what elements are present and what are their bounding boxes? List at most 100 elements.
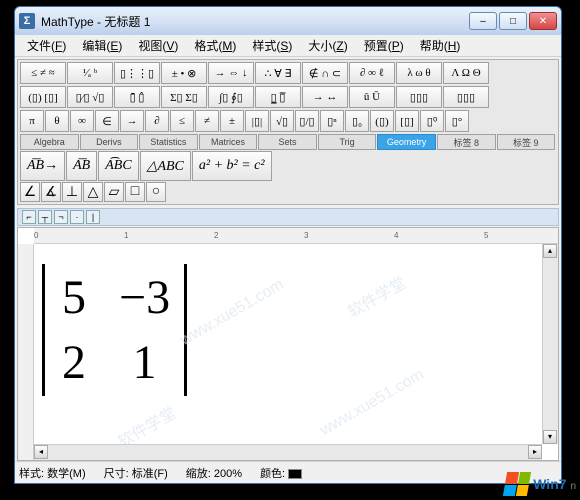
shape-button[interactable]: □ bbox=[125, 182, 145, 202]
editor-area: 012345 5 −3 2 1 www.xue51.com 软件学堂 软件学堂 … bbox=[17, 227, 559, 461]
shape-button[interactable]: ∠ bbox=[20, 182, 40, 202]
palette-button[interactable]: ▯/▯ bbox=[295, 110, 319, 132]
palette-button[interactable]: |▯| bbox=[245, 110, 269, 132]
palette-button[interactable]: → bbox=[120, 110, 144, 132]
template-button[interactable]: A͞B→ bbox=[20, 151, 65, 181]
palette-button[interactable]: ▯₀ bbox=[345, 110, 369, 132]
tab-derivs[interactable]: Derivs bbox=[80, 134, 139, 150]
watermark: www.xue51.com bbox=[177, 276, 287, 350]
menu-v[interactable]: 视图(V) bbox=[130, 35, 186, 56]
tab-center-icon[interactable]: ┬ bbox=[38, 210, 52, 224]
palette-button[interactable]: ≤ ≠ ≈ bbox=[20, 62, 66, 84]
palette-button[interactable]: √▯ bbox=[270, 110, 294, 132]
palette-button[interactable]: (▯) [▯] bbox=[20, 86, 66, 108]
menu-h[interactable]: 帮助(H) bbox=[412, 35, 469, 56]
palette-button[interactable]: → ⇔ ↓ bbox=[208, 62, 254, 84]
ruler-horizontal: 012345 bbox=[34, 228, 558, 244]
scroll-left-icon[interactable]: ◂ bbox=[34, 445, 48, 459]
palette-button[interactable]: ▯° bbox=[445, 110, 469, 132]
palette-button[interactable]: ∫▯ ∮▯ bbox=[208, 86, 254, 108]
palette-button[interactable]: ▯ⁿ bbox=[320, 110, 344, 132]
palette-button[interactable]: ▯⁰ bbox=[420, 110, 444, 132]
equation-canvas[interactable]: 5 −3 2 1 www.xue51.com 软件学堂 软件学堂 www.xue… bbox=[34, 244, 542, 444]
ruler-vertical bbox=[18, 244, 34, 460]
tab-trig[interactable]: Trig bbox=[318, 134, 377, 150]
palette-button[interactable]: → ↔ bbox=[302, 86, 348, 108]
palette-button[interactable]: ∂ bbox=[145, 110, 169, 132]
palette-button[interactable]: ¹⁄ₐ ᵇ bbox=[67, 62, 113, 84]
palette-button[interactable]: ▯▯▯ bbox=[443, 86, 489, 108]
matrix-cell-1-0[interactable]: 2 bbox=[59, 335, 89, 390]
tab-标签 8[interactable]: 标签 8 bbox=[437, 134, 496, 150]
template-button[interactable]: a² + b² = c² bbox=[192, 151, 272, 181]
palette-button[interactable]: ± • ⊗ bbox=[161, 62, 207, 84]
matrix-cell-0-0[interactable]: 5 bbox=[59, 270, 89, 325]
tab-statistics[interactable]: Statistics bbox=[139, 134, 198, 150]
palette-button[interactable]: ū Ū bbox=[349, 86, 395, 108]
palette-button[interactable]: ∉ ∩ ⊂ bbox=[302, 62, 348, 84]
ruler-tick: 3 bbox=[304, 231, 308, 240]
palette-button[interactable]: Λ Ω Θ bbox=[443, 62, 489, 84]
matrix-cell-0-1[interactable]: −3 bbox=[119, 270, 170, 325]
close-button[interactable]: ✕ bbox=[529, 12, 557, 30]
scroll-up-icon[interactable]: ▴ bbox=[543, 244, 557, 258]
shape-button[interactable]: ⊥ bbox=[62, 182, 82, 202]
ruler-tick: 4 bbox=[394, 231, 398, 240]
scrollbar-vertical[interactable]: ▴ ▾ bbox=[542, 244, 558, 444]
scrollbar-horizontal[interactable]: ◂ ▸ bbox=[34, 444, 542, 460]
menu-z[interactable]: 大小(Z) bbox=[300, 35, 355, 56]
tab-decimal-icon[interactable]: · bbox=[70, 210, 84, 224]
determinant-expression[interactable]: 5 −3 2 1 bbox=[42, 264, 187, 396]
menu-e[interactable]: 编辑(E) bbox=[74, 35, 130, 56]
shape-button[interactable]: ○ bbox=[146, 182, 166, 202]
tab-left-icon[interactable]: ⌐ bbox=[22, 210, 36, 224]
titlebar[interactable]: Σ MathType - 无标题 1 – □ ✕ bbox=[15, 7, 561, 35]
tab-sets[interactable]: Sets bbox=[258, 134, 317, 150]
palette-button[interactable]: ▯▯▯ bbox=[396, 86, 442, 108]
menu-f[interactable]: 文件(F) bbox=[19, 35, 74, 56]
tab-algebra[interactable]: Algebra bbox=[20, 134, 79, 150]
palette-button[interactable]: ▯̄ ▯̂ bbox=[114, 86, 160, 108]
palette-button[interactable]: ≠ bbox=[195, 110, 219, 132]
template-button[interactable]: A͞B bbox=[66, 151, 97, 181]
palette-button[interactable]: λ ω θ bbox=[396, 62, 442, 84]
palette-button[interactable]: (▯) bbox=[370, 110, 394, 132]
color-swatch[interactable] bbox=[288, 469, 302, 479]
menu-m[interactable]: 格式(M) bbox=[186, 35, 244, 56]
menu-p[interactable]: 预置(P) bbox=[356, 35, 412, 56]
palette-button[interactable]: θ bbox=[45, 110, 69, 132]
menubar: 文件(F)编辑(E)视图(V)格式(M)样式(S)大小(Z)预置(P)帮助(H) bbox=[15, 35, 561, 57]
template-button[interactable]: A͡BC bbox=[98, 151, 138, 181]
palette-button[interactable]: ▯⁄▯ √▯ bbox=[67, 86, 113, 108]
shape-button[interactable]: △ bbox=[83, 182, 103, 202]
matrix-cell-1-1[interactable]: 1 bbox=[119, 335, 170, 390]
palette-button[interactable]: ∞ bbox=[70, 110, 94, 132]
palette-button[interactable]: ∂ ∞ ℓ bbox=[349, 62, 395, 84]
tab-right-icon[interactable]: ¬ bbox=[54, 210, 68, 224]
tab-geometry[interactable]: Geometry bbox=[377, 134, 436, 150]
palette-button[interactable]: [▯] bbox=[395, 110, 419, 132]
palette-button[interactable]: ± bbox=[220, 110, 244, 132]
template-button[interactable]: △ABC bbox=[140, 151, 191, 181]
minimize-button[interactable]: – bbox=[469, 12, 497, 30]
maximize-button[interactable]: □ bbox=[499, 12, 527, 30]
shape-button[interactable]: ∡ bbox=[41, 182, 61, 202]
palette-button[interactable]: Σ▯ Σ▯ bbox=[161, 86, 207, 108]
palette-button[interactable]: ▯⋮⋮▯ bbox=[114, 62, 160, 84]
shape-button[interactable]: ▱ bbox=[104, 182, 124, 202]
palette-button[interactable]: ≤ bbox=[170, 110, 194, 132]
palette-button[interactable]: ▯̲ ▯̅ bbox=[255, 86, 301, 108]
menu-s[interactable]: 样式(S) bbox=[244, 35, 300, 56]
ruler-tick: 5 bbox=[484, 231, 488, 240]
palette-button[interactable]: π bbox=[20, 110, 44, 132]
app-icon: Σ bbox=[19, 13, 35, 29]
palette-button[interactable]: ∴ ∀ ∃ bbox=[255, 62, 301, 84]
palette-button[interactable]: ∈ bbox=[95, 110, 119, 132]
scroll-right-icon[interactable]: ▸ bbox=[528, 445, 542, 459]
tab-标签 9[interactable]: 标签 9 bbox=[497, 134, 556, 150]
ruler-controls: ⌐ ┬ ¬ · | bbox=[17, 208, 559, 226]
watermark: 软件学堂 bbox=[342, 270, 409, 323]
scroll-down-icon[interactable]: ▾ bbox=[543, 430, 557, 444]
tab-matrices[interactable]: Matrices bbox=[199, 134, 258, 150]
tab-bar-icon[interactable]: | bbox=[86, 210, 100, 224]
